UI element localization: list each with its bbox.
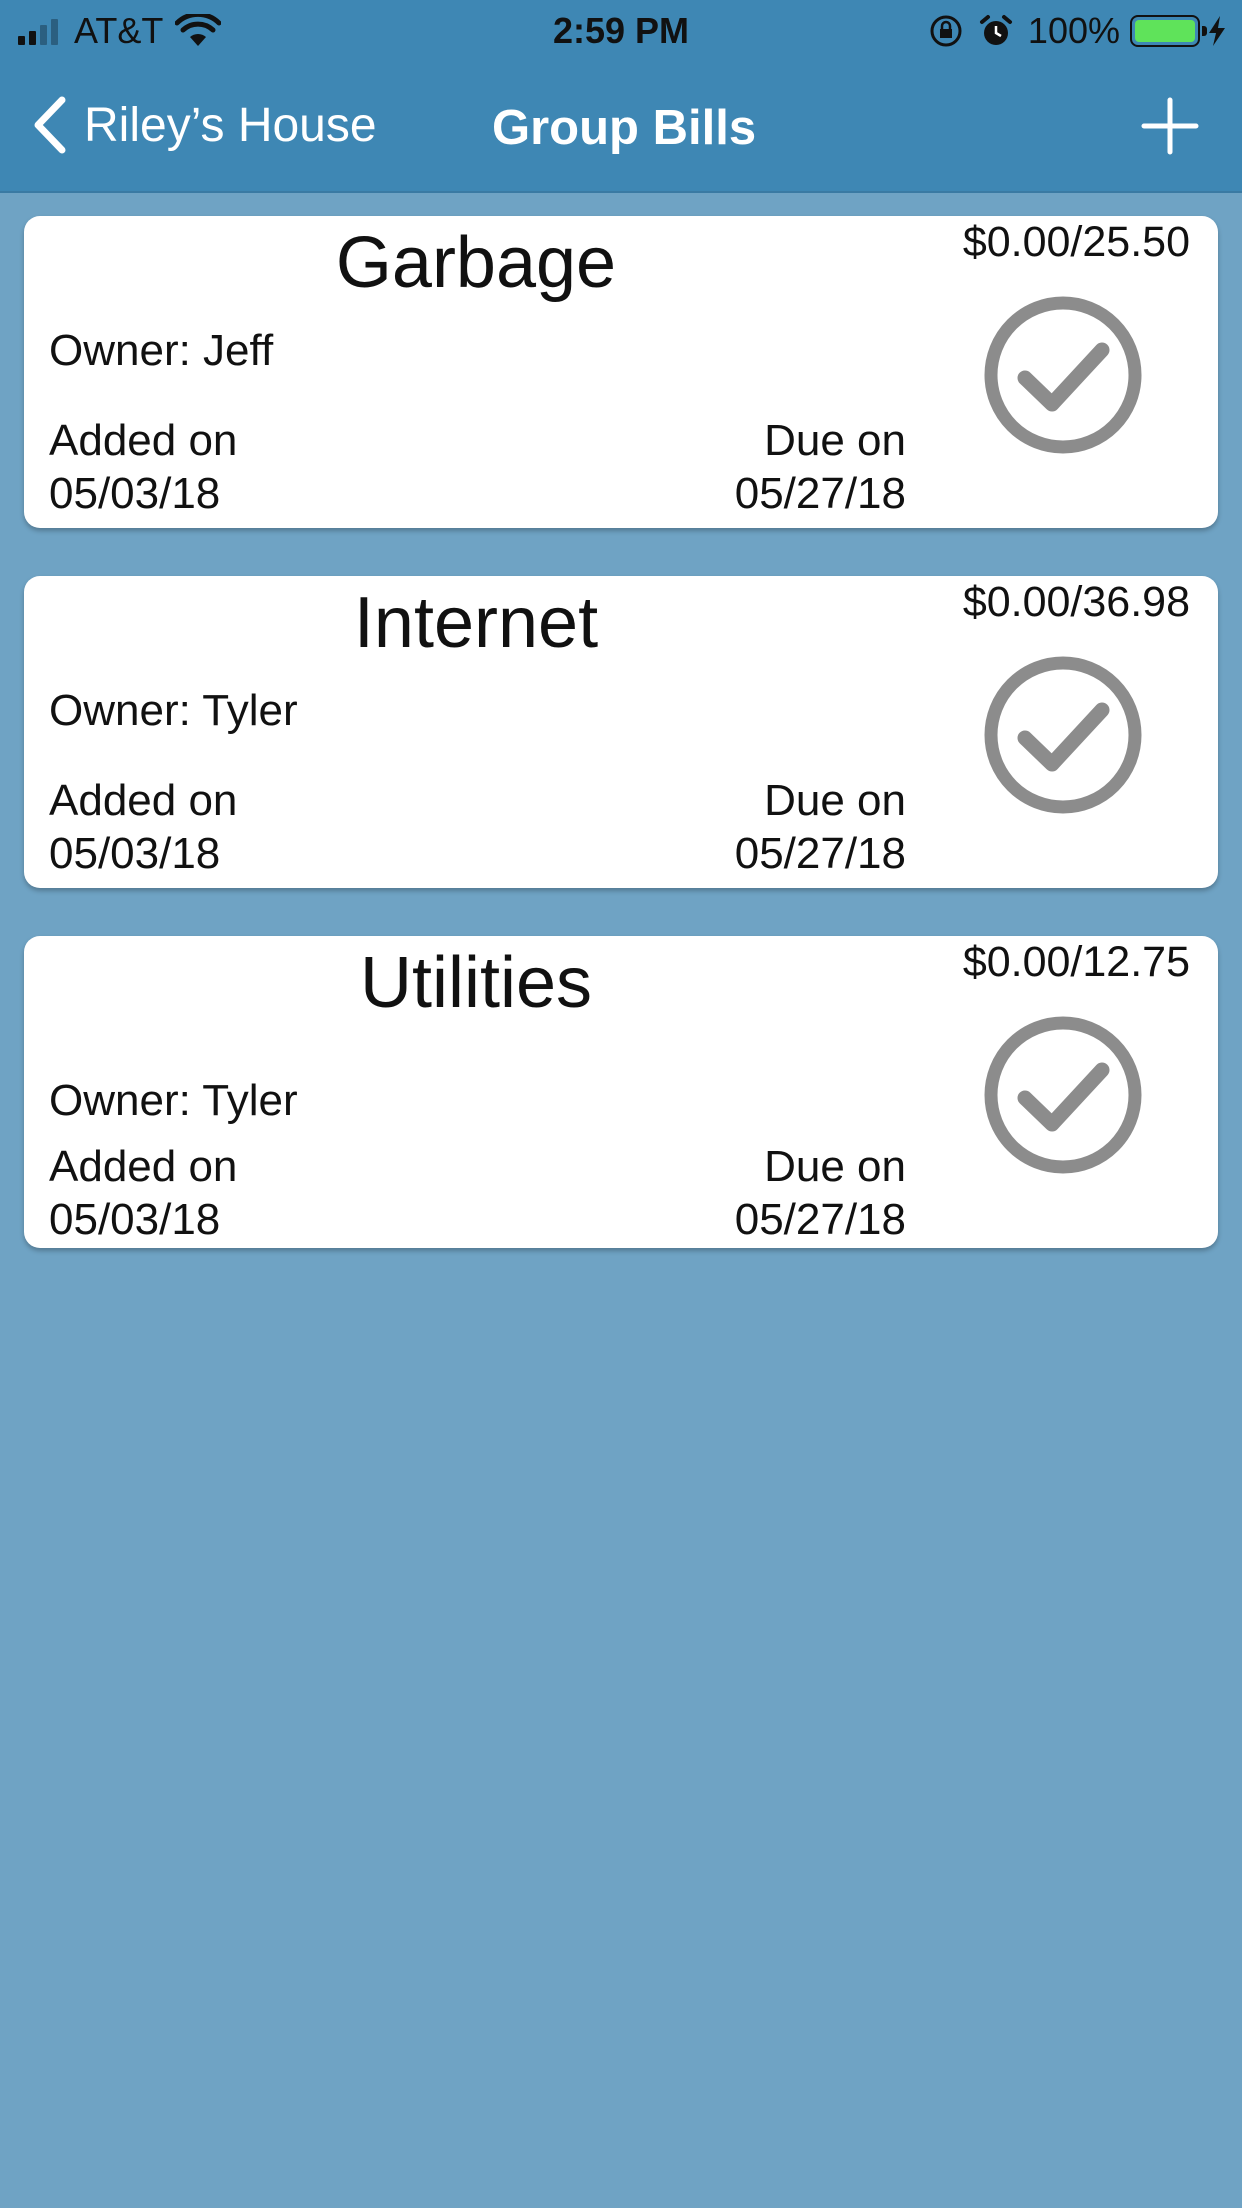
check-circle-icon[interactable] [982,1014,1144,1176]
alarm-icon [979,15,1012,45]
bill-owner: Owner: Tyler [49,1076,298,1125]
check-circle-icon[interactable] [982,654,1144,816]
charging-bolt-icon [1209,16,1225,46]
page-title: Group Bills [492,101,757,155]
bill-owner: Owner: Tyler [49,686,298,735]
bill-card-internet[interactable]: Internet $0.00/36.98 Owner: Tyler Added … [24,576,1218,888]
bill-amount: $0.00/36.98 [962,578,1190,626]
bill-name: Utilities [359,943,593,1023]
bill-amount: $0.00/12.75 [962,938,1190,986]
orientation-lock-icon [930,15,962,47]
added-date: 05/03/18 [49,469,221,518]
bill-card-utilities[interactable]: Utilities $0.00/12.75 Owner: Tyler Added… [24,936,1218,1248]
battery-percent: 100% [1027,10,1120,51]
bill-card-garbage[interactable]: Garbage $0.00/25.50 Owner: Jeff Added on… [24,216,1218,528]
due-label: Due on [764,416,906,465]
back-button[interactable]: Riley’s House [30,92,377,158]
battery-fill [1135,20,1195,42]
added-label: Added on [49,1142,238,1191]
plus-icon[interactable] [1138,94,1202,158]
bill-name: Internet [353,583,599,663]
back-label: Riley’s House [84,98,377,152]
due-label: Due on [764,776,906,825]
due-date: 05/27/18 [734,1195,906,1244]
status-right: 100% [928,10,1228,52]
due-date: 05/27/18 [734,829,906,878]
due-date: 05/27/18 [734,469,906,518]
added-date: 05/03/18 [49,829,221,878]
battery-icon [1130,15,1207,47]
bill-list: Garbage $0.00/25.50 Owner: Jeff Added on… [24,216,1218,1296]
bill-amount: $0.00/25.50 [962,218,1190,266]
chevron-left-icon [34,96,66,154]
added-date: 05/03/18 [49,1195,221,1244]
top-bar: AT&T 2:59 PM 100% Riley’s House Group Bi… [0,0,1242,193]
nav-bar: Riley’s House Group Bills [0,62,1242,192]
bill-owner: Owner: Jeff [49,326,274,375]
added-label: Added on [49,776,238,825]
status-bar: AT&T 2:59 PM 100% [0,0,1242,62]
check-circle-icon[interactable] [982,294,1144,456]
bill-name: Garbage [335,223,617,303]
added-label: Added on [49,416,238,465]
due-label: Due on [764,1142,906,1191]
